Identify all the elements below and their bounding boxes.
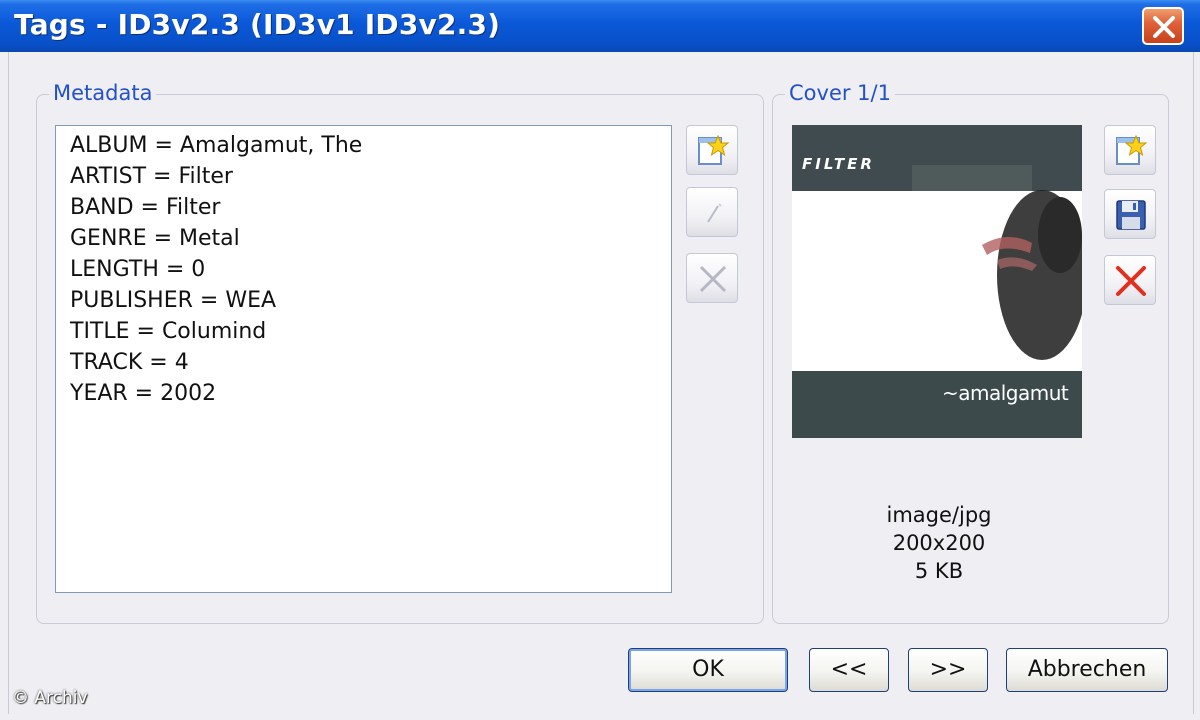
cover-legend: Cover 1/1 xyxy=(785,81,895,105)
add-cover-icon xyxy=(1116,134,1148,165)
cover-dimensions: 200x200 xyxy=(892,531,986,555)
delete-tag-icon xyxy=(699,265,727,293)
save-cover-button[interactable] xyxy=(1104,189,1156,239)
delete-tag-button[interactable] xyxy=(686,253,738,303)
tags-dialog: Tags - ID3v2.3 (ID3v1 ID3v2.3) Metadata … xyxy=(0,0,1200,720)
list-item[interactable]: ALBUM = Amalgamut, The xyxy=(56,130,671,161)
previous-button[interactable]: << xyxy=(809,648,889,692)
cover-image[interactable]: FILTER ~amalgamut xyxy=(792,125,1082,438)
title-bar[interactable]: Tags - ID3v2.3 (ID3v1 ID3v2.3) xyxy=(0,0,1200,52)
cover-info: image/jpg 200x200 5 KB xyxy=(789,501,1089,585)
list-item[interactable]: LENGTH = 0 xyxy=(56,254,671,285)
cover-album-text: ~amalgamut xyxy=(942,381,1069,405)
list-item[interactable]: TRACK = 4 xyxy=(56,347,671,378)
new-tag-icon xyxy=(698,134,730,165)
list-item[interactable]: ARTIST = Filter xyxy=(56,161,671,192)
cover-band-text: FILTER xyxy=(802,155,875,173)
cover-group: Cover 1/1 FILTER ~amalgamut image/jpg 20… xyxy=(772,81,1169,624)
dialog-body: Metadata ALBUM = Amalgamut, The ARTIST =… xyxy=(8,52,1194,714)
cancel-button[interactable]: Abbrechen xyxy=(1006,648,1168,692)
metadata-list[interactable]: ALBUM = Amalgamut, The ARTIST = Filter B… xyxy=(55,125,672,593)
window-title: Tags - ID3v2.3 (ID3v1 ID3v2.3) xyxy=(14,8,501,41)
save-cover-icon xyxy=(1116,200,1146,230)
edit-tag-button[interactable] xyxy=(686,187,738,237)
watermark: © Archiv xyxy=(12,688,88,708)
close-button[interactable] xyxy=(1142,7,1184,45)
ok-button[interactable]: OK xyxy=(628,648,788,692)
add-cover-button[interactable] xyxy=(1104,125,1156,175)
metadata-legend: Metadata xyxy=(49,81,157,105)
list-item[interactable]: TITLE = Columind xyxy=(56,316,671,347)
list-item[interactable]: GENRE = Metal xyxy=(56,223,671,254)
next-button[interactable]: >> xyxy=(908,648,988,692)
list-item[interactable]: YEAR = 2002 xyxy=(56,378,671,409)
close-icon xyxy=(1153,16,1175,38)
cover-size: 5 KB xyxy=(914,559,964,583)
add-tag-button[interactable] xyxy=(686,125,738,175)
list-item[interactable]: BAND = Filter xyxy=(56,192,671,223)
edit-tag-icon xyxy=(707,203,722,223)
remove-cover-icon xyxy=(1116,266,1146,296)
list-item[interactable]: PUBLISHER = WEA xyxy=(56,285,671,316)
remove-cover-button[interactable] xyxy=(1104,255,1156,305)
metadata-group: Metadata ALBUM = Amalgamut, The ARTIST =… xyxy=(36,81,764,624)
cover-mime: image/jpg xyxy=(886,503,992,527)
